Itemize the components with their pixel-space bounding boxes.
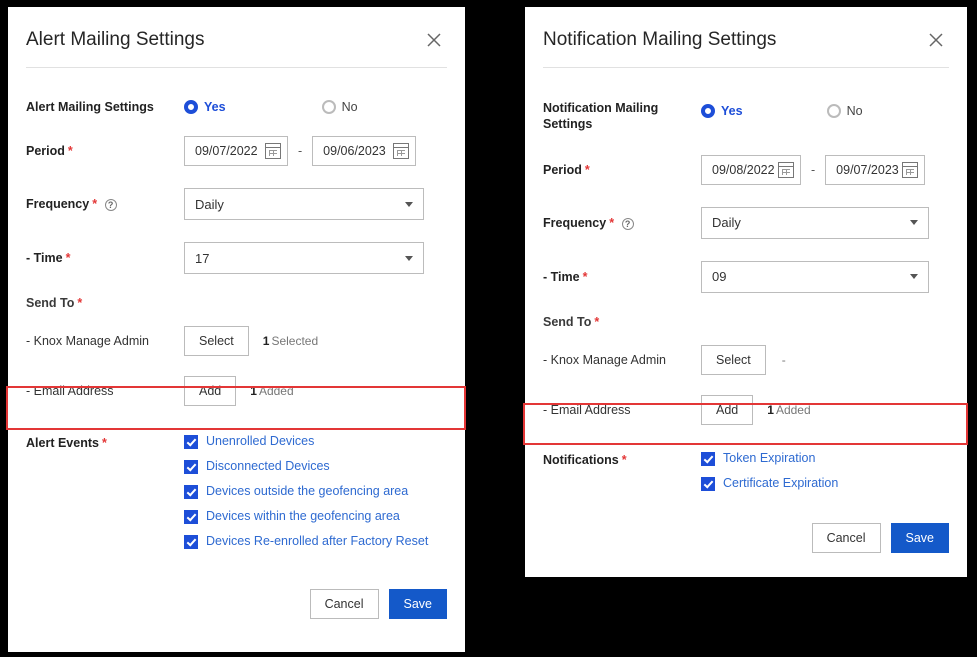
close-icon[interactable] bbox=[421, 27, 447, 53]
cancel-button[interactable]: Cancel bbox=[310, 589, 379, 619]
chk-token-expiration[interactable]: Token Expiration bbox=[701, 451, 838, 466]
period-label: Period* bbox=[26, 144, 184, 158]
period-start-input[interactable]: 09/08/2022 bbox=[701, 155, 801, 185]
notification-dialog-header: Notification Mailing Settings bbox=[543, 21, 949, 68]
save-button[interactable]: Save bbox=[891, 523, 950, 553]
radio-dot-icon bbox=[827, 104, 841, 118]
period-range: 09/07/2022 - 09/06/2023 bbox=[184, 136, 416, 166]
sendto-label: Send To* bbox=[26, 296, 447, 310]
time-label: - Time* bbox=[543, 270, 701, 284]
radio-yes[interactable]: Yes bbox=[701, 104, 743, 118]
frequency-select[interactable]: Daily bbox=[184, 188, 424, 220]
calendar-icon bbox=[265, 143, 281, 159]
help-icon[interactable]: ? bbox=[105, 199, 117, 211]
alert-dialog-title: Alert Mailing Settings bbox=[26, 29, 204, 51]
checkbox-icon bbox=[184, 435, 198, 449]
radio-dot-icon bbox=[701, 104, 715, 118]
notification-enable-radio-group: Yes No bbox=[701, 104, 863, 118]
chk-reenrolled[interactable]: Devices Re-enrolled after Factory Reset bbox=[184, 534, 428, 549]
period-range: 09/08/2022 - 09/07/2023 bbox=[701, 155, 925, 185]
frequency-label: Frequency* ? bbox=[26, 197, 184, 211]
notifications-list: Token Expiration Certificate Expiration bbox=[701, 451, 838, 491]
checkbox-icon bbox=[184, 485, 198, 499]
checkbox-icon bbox=[701, 452, 715, 466]
range-dash: - bbox=[298, 144, 302, 158]
alert-footer: Cancel Save bbox=[26, 589, 447, 619]
select-admin-button[interactable]: Select bbox=[184, 326, 249, 356]
notification-dialog-title: Notification Mailing Settings bbox=[543, 29, 776, 51]
time-select[interactable]: 09 bbox=[701, 261, 929, 293]
selected-count: 1Selected bbox=[263, 334, 318, 348]
select-admin-button[interactable]: Select bbox=[701, 345, 766, 375]
chevron-down-icon bbox=[910, 274, 918, 279]
notification-dialog: Notification Mailing Settings Notificati… bbox=[524, 6, 968, 578]
email-label: - Email Address bbox=[26, 384, 184, 398]
radio-dot-icon bbox=[184, 100, 198, 114]
checkbox-icon bbox=[184, 460, 198, 474]
radio-no[interactable]: No bbox=[827, 104, 863, 118]
period-end-input[interactable]: 09/07/2023 bbox=[825, 155, 925, 185]
selected-count: - bbox=[780, 353, 786, 367]
frequency-select[interactable]: Daily bbox=[701, 207, 929, 239]
notification-footer: Cancel Save bbox=[543, 523, 949, 553]
chk-outside-geofence[interactable]: Devices outside the geofencing area bbox=[184, 484, 428, 499]
add-email-button[interactable]: Add bbox=[701, 395, 753, 425]
frequency-label: Frequency* ? bbox=[543, 216, 701, 230]
chevron-down-icon bbox=[405, 256, 413, 261]
alert-enable-radio-group: Yes No bbox=[184, 100, 358, 114]
cancel-button[interactable]: Cancel bbox=[812, 523, 881, 553]
stage: Alert Mailing Settings Alert Mailing Set… bbox=[0, 0, 977, 657]
period-start-input[interactable]: 09/07/2022 bbox=[184, 136, 288, 166]
range-dash: - bbox=[811, 163, 815, 177]
time-select[interactable]: 17 bbox=[184, 242, 424, 274]
calendar-icon bbox=[393, 143, 409, 159]
notifications-label: Notifications* bbox=[543, 451, 701, 467]
alert-events-list: Unenrolled Devices Disconnected Devices … bbox=[184, 434, 428, 549]
help-icon[interactable]: ? bbox=[622, 218, 634, 230]
chk-within-geofence[interactable]: Devices within the geofencing area bbox=[184, 509, 428, 524]
period-label: Period* bbox=[543, 163, 701, 177]
chk-unenrolled[interactable]: Unenrolled Devices bbox=[184, 434, 428, 449]
notification-enable-label: Notification Mailing Settings bbox=[543, 100, 701, 133]
close-icon[interactable] bbox=[923, 27, 949, 53]
alert-enable-label: Alert Mailing Settings bbox=[26, 100, 184, 114]
chk-certificate-expiration[interactable]: Certificate Expiration bbox=[701, 476, 838, 491]
time-label: - Time* bbox=[26, 251, 184, 265]
chevron-down-icon bbox=[405, 202, 413, 207]
checkbox-icon bbox=[184, 535, 198, 549]
save-button[interactable]: Save bbox=[389, 589, 448, 619]
alert-dialog: Alert Mailing Settings Alert Mailing Set… bbox=[7, 6, 466, 653]
knox-admin-label: - Knox Manage Admin bbox=[543, 353, 701, 367]
added-count: 1Added bbox=[250, 384, 293, 398]
calendar-icon bbox=[778, 162, 794, 178]
alert-form: Alert Mailing Settings Yes No Period* bbox=[26, 100, 447, 619]
checkbox-icon bbox=[701, 477, 715, 491]
added-count: 1Added bbox=[767, 403, 810, 417]
calendar-icon bbox=[902, 162, 918, 178]
email-label: - Email Address bbox=[543, 403, 701, 417]
notification-form: Notification Mailing Settings Yes No Per… bbox=[543, 100, 949, 553]
chevron-down-icon bbox=[910, 220, 918, 225]
chk-disconnected[interactable]: Disconnected Devices bbox=[184, 459, 428, 474]
knox-admin-label: - Knox Manage Admin bbox=[26, 334, 184, 348]
radio-dot-icon bbox=[322, 100, 336, 114]
radio-no[interactable]: No bbox=[322, 100, 358, 114]
radio-yes[interactable]: Yes bbox=[184, 100, 226, 114]
checkbox-icon bbox=[184, 510, 198, 524]
add-email-button[interactable]: Add bbox=[184, 376, 236, 406]
period-end-input[interactable]: 09/06/2023 bbox=[312, 136, 416, 166]
alert-dialog-header: Alert Mailing Settings bbox=[26, 21, 447, 68]
alert-events-label: Alert Events* bbox=[26, 434, 184, 450]
sendto-label: Send To* bbox=[543, 315, 949, 329]
